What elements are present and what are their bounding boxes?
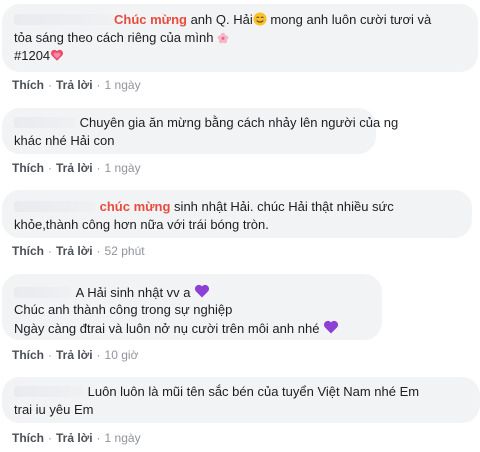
like-link[interactable]: Thích <box>12 348 44 362</box>
comment-text: Luôn luôn là mũi tên sắc bén của tuyển V… <box>87 384 420 399</box>
comment-text: anh Q. Hải <box>186 12 253 27</box>
comment-text: khác nhé Hải con <box>14 133 115 148</box>
comment-actions: Thích · Trả lời · 1 ngày <box>12 161 141 175</box>
growing-heart-icon <box>51 49 64 61</box>
comment-bubble: Luôn luôn là mũi tên sắc bén của tuyển V… <box>2 377 480 423</box>
timestamp-link[interactable]: 52 phút <box>105 244 145 258</box>
separator: · <box>96 161 101 175</box>
comment-text: A Hải sinh nhật vv a <box>75 285 191 300</box>
separator: · <box>48 348 52 362</box>
smiling-face-icon <box>253 12 267 26</box>
comment-actions: Thích · Trả lời · 52 phút <box>12 244 145 258</box>
timestamp-link[interactable]: 1 ngày <box>105 78 141 92</box>
comment-bubble: chúc mừng sinh nhật Hải. chúc Hải thật n… <box>2 190 472 238</box>
comment-text: mong anh luôn cười tươi và <box>266 12 432 27</box>
cherry-blossom-icon <box>217 32 229 44</box>
comment-highlight: Chúc mừng <box>114 12 187 27</box>
separator: · <box>48 78 52 92</box>
comment-bubble: Chúc mừng anh Q. Hải mong anh luôn cười … <box>2 4 478 72</box>
reply-link[interactable]: Trả lời <box>56 161 93 175</box>
timestamp-link[interactable]: 1 ngày <box>105 431 141 445</box>
author-name-redacted[interactable] <box>14 14 114 25</box>
comment-text: Ngày càng đtrai và luôn nở nụ cười trên … <box>14 321 320 336</box>
separator: · <box>96 348 101 362</box>
separator: · <box>96 431 101 445</box>
comment-text: tỏa sáng theo cách riêng của mình <box>14 30 214 45</box>
separator: · <box>48 244 52 258</box>
like-link[interactable]: Thích <box>12 78 44 92</box>
separator: · <box>96 78 101 92</box>
author-name-redacted[interactable] <box>14 201 96 212</box>
separator: · <box>48 431 52 445</box>
separator: · <box>96 244 101 258</box>
separator: · <box>48 161 52 175</box>
comment-bubble: Chuyên gia ăn mừng bằng cách nhảy lên ng… <box>2 108 398 154</box>
comment-actions: Thích · Trả lời · 1 ngày <box>12 431 141 445</box>
reply-link[interactable]: Trả lời <box>56 244 93 258</box>
author-name-redacted[interactable] <box>14 117 76 128</box>
like-link[interactable]: Thích <box>12 161 44 175</box>
comment-text: sinh nhật Hải. chúc Hải thật nhiều sức <box>170 199 394 214</box>
comment-actions: Thích · Trả lời · 10 giờ <box>12 348 138 362</box>
timestamp-link[interactable]: 1 ngày <box>105 161 141 175</box>
comment-text: Chuyên gia ăn mừng bằng cách nhảy lên ng… <box>79 115 399 130</box>
comment-text: Chúc anh thành công trong sự nghiệp <box>14 302 233 317</box>
like-link[interactable]: Thích <box>12 244 44 258</box>
author-name-redacted[interactable] <box>14 287 72 298</box>
reply-link[interactable]: Trả lời <box>56 431 93 445</box>
like-link[interactable]: Thích <box>12 431 44 445</box>
comment-actions: Thích · Trả lời · 1 ngày <box>12 78 141 92</box>
reply-link[interactable]: Trả lời <box>56 78 93 92</box>
purple-heart-icon <box>195 284 210 298</box>
reply-link[interactable]: Trả lời <box>56 348 93 362</box>
purple-heart-icon <box>324 320 339 334</box>
comment-bubble: A Hải sinh nhật vv a Chúc anh thành công… <box>2 274 382 340</box>
comment-text: #1204 <box>14 48 51 63</box>
comment-text: khỏe,thành công hơn nữa với trái bóng tr… <box>14 217 269 232</box>
comment-highlight: chúc mừng <box>99 199 171 214</box>
timestamp-link[interactable]: 10 giờ <box>105 348 139 362</box>
author-name-redacted[interactable] <box>14 386 84 397</box>
comment-text: trai iu yêu Em <box>14 402 94 417</box>
